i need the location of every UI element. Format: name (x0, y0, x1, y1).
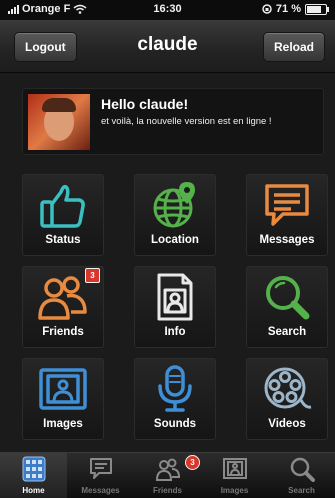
messages-tile[interactable]: Messages (246, 174, 328, 256)
search-label: Search (267, 326, 307, 338)
tab-home[interactable]: Home (0, 453, 67, 498)
thumbs-up-icon (40, 184, 85, 228)
friends-badge: 3 (85, 268, 100, 283)
microphone-icon (158, 365, 192, 412)
tab-friends[interactable]: 3 Friends (134, 453, 201, 498)
images-tile[interactable]: Images (22, 358, 104, 440)
tab-images[interactable]: Images (201, 453, 268, 498)
sounds-label: Sounds (153, 418, 197, 430)
status-bar: Orange F 16:30 71 % (0, 0, 335, 20)
battery-indicator: 71 % (262, 3, 329, 15)
id-document-icon (157, 273, 193, 321)
location-label: Location (151, 234, 199, 246)
info-tile[interactable]: Info (134, 266, 216, 348)
tab-messages-label: Messages (81, 486, 120, 495)
home-grid-icon (22, 456, 46, 482)
friends-tile[interactable]: 3 Friends (22, 266, 104, 348)
images-label: Images (43, 418, 83, 430)
welcome-message: et voilà, la nouvelle version est en lig… (101, 116, 272, 127)
status-label: Status (45, 234, 81, 246)
location-tile[interactable]: Location (134, 174, 216, 256)
friends-icon (38, 276, 87, 320)
battery-percent: 71 % (275, 3, 301, 15)
info-label: Info (164, 326, 186, 338)
tab-images-label: Images (220, 486, 249, 495)
friends-icon (155, 458, 181, 481)
avatar[interactable] (28, 94, 90, 150)
messages-label: Messages (259, 234, 315, 246)
friends-label: Friends (42, 326, 84, 338)
search-tile[interactable]: Search (246, 266, 328, 348)
battery-icon (305, 3, 329, 15)
tab-friends-badge: 3 (185, 455, 200, 470)
greeting: Hello claude! (101, 96, 189, 112)
picture-frame-icon (223, 458, 247, 479)
magnifier-icon (290, 457, 315, 482)
tab-messages[interactable]: Messages (67, 453, 134, 498)
welcome-banner: Hello claude! et voilà, la nouvelle vers… (22, 88, 324, 155)
film-reel-icon (264, 367, 312, 409)
videos-label: Videos (268, 418, 306, 430)
tab-bar: Home Messages 3 Friends Images Search (0, 452, 335, 498)
sounds-tile[interactable]: Sounds (134, 358, 216, 440)
message-bubble-icon (90, 458, 112, 479)
tab-search[interactable]: Search (268, 453, 335, 498)
status-tile[interactable]: Status (22, 174, 104, 256)
magnifier-icon (266, 276, 310, 320)
message-bubble-icon (265, 184, 309, 226)
tab-friends-label: Friends (153, 486, 182, 495)
lock-rotation-icon (262, 4, 272, 14)
videos-tile[interactable]: Videos (246, 358, 328, 440)
globe-pin-icon (153, 182, 195, 228)
tab-home-label: Home (22, 486, 45, 495)
reload-button[interactable]: Reload (262, 32, 325, 62)
tab-search-label: Search (288, 486, 315, 495)
picture-frame-icon (39, 368, 87, 410)
nav-bar: Logout claude Reload (0, 20, 335, 73)
